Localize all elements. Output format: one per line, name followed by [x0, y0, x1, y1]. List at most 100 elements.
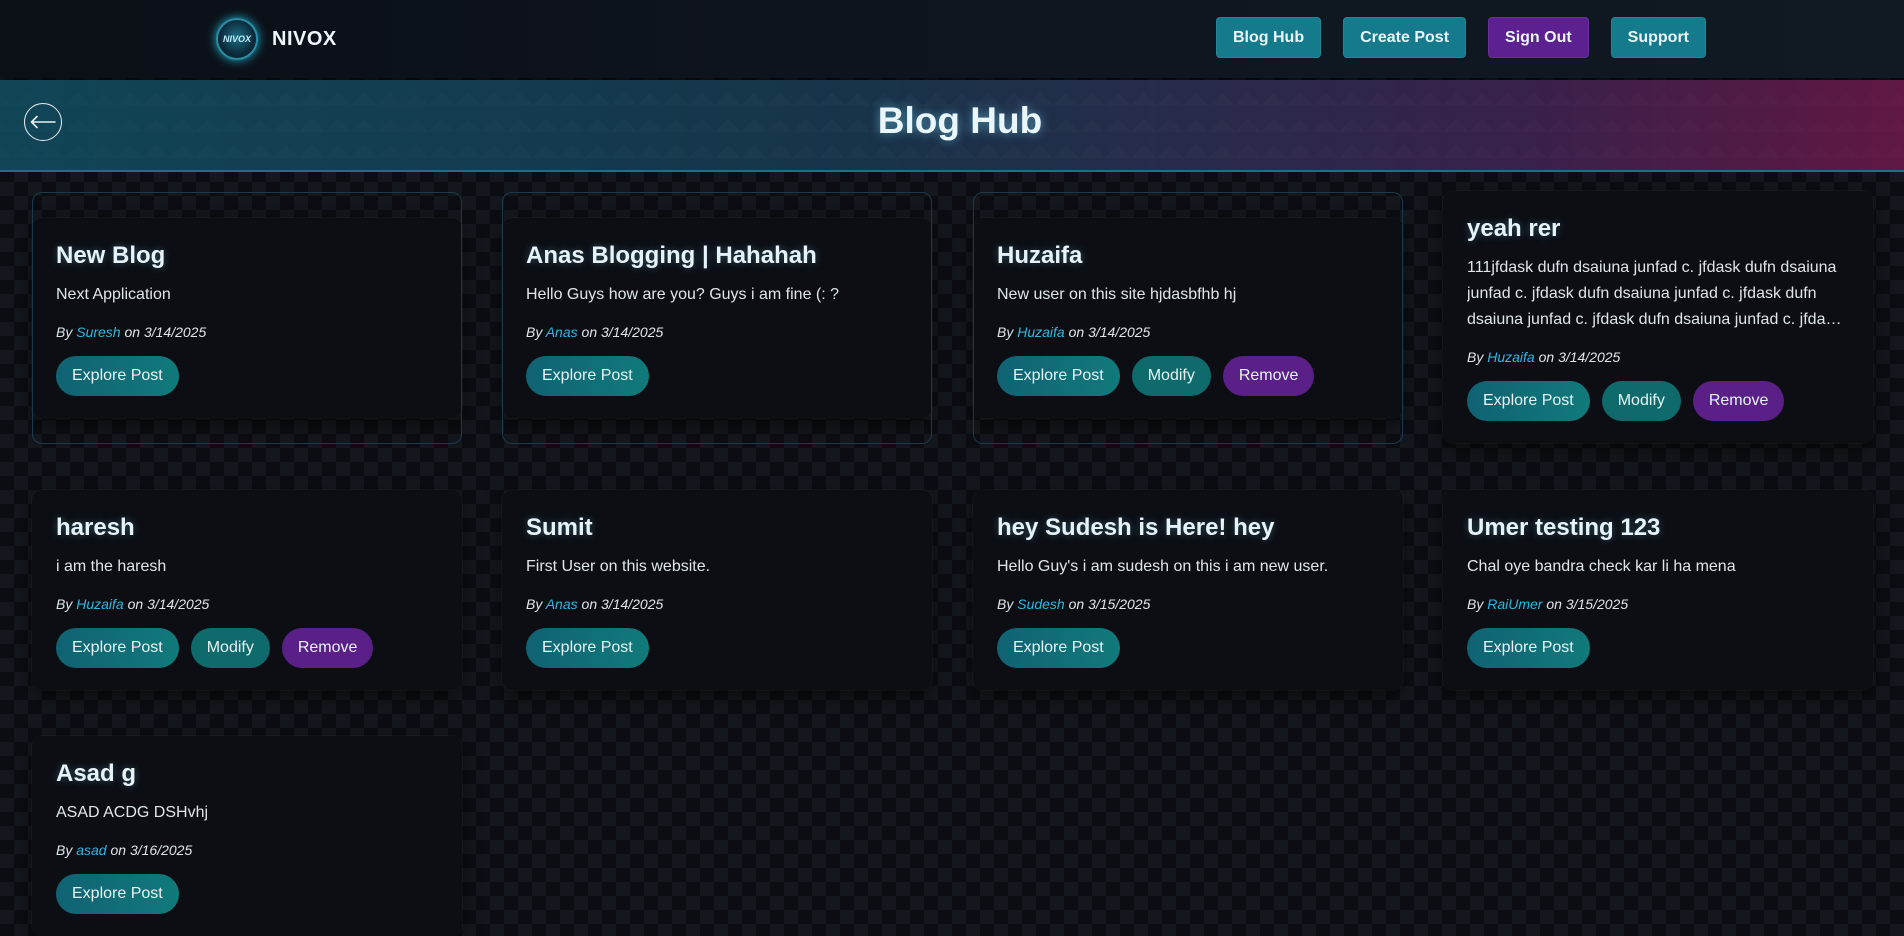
post-meta: By Huzaifa on 3/14/2025 [997, 324, 1379, 340]
post-meta: By Huzaifa on 3/14/2025 [56, 596, 438, 612]
post-actions: Explore Post [56, 874, 438, 914]
on-label: on [1546, 596, 1562, 612]
brand-name: NIVOX [272, 27, 337, 50]
post-actions: Explore Post Modify Remove [56, 628, 438, 668]
post-card: haresh i am the haresh By Huzaifa on 3/1… [32, 490, 462, 690]
by-label: By [526, 596, 543, 612]
post-date: 3/14/2025 [147, 596, 210, 612]
post-actions: Explore Post [526, 356, 908, 396]
post-card: Anas Blogging | Hahahah Hello Guys how a… [502, 192, 932, 444]
post-author-link[interactable]: RaiUmer [1487, 596, 1542, 612]
brand[interactable]: NIVOX NIVOX [216, 18, 337, 60]
post-title[interactable]: Asad g [56, 760, 438, 788]
post-excerpt: 111jfdask dufn dsaiuna junfad c. jfdask … [1467, 259, 1842, 328]
by-label: By [56, 842, 73, 858]
post-title[interactable]: Anas Blogging | Hahahah [526, 242, 908, 270]
post-meta: By Sudesh on 3/15/2025 [997, 596, 1379, 612]
by-label: By [997, 324, 1014, 340]
post-title[interactable]: yeah rer [1467, 215, 1849, 243]
post-card: Sumit First User on this website. By Ana… [502, 490, 932, 690]
post-card: hey Sudesh is Here! hey Hello Guy's i am… [973, 490, 1403, 690]
post-title[interactable]: Sumit [526, 514, 908, 542]
post-title[interactable]: Umer testing 123 [1467, 514, 1849, 542]
sign-out-button[interactable]: Sign Out [1488, 17, 1589, 58]
explore-post-button[interactable]: Explore Post [1467, 628, 1590, 668]
explore-post-button[interactable]: Explore Post [526, 356, 649, 396]
on-label: on [127, 596, 144, 612]
post-author-link[interactable]: Huzaifa [76, 596, 123, 612]
post-actions: Explore Post [526, 628, 908, 668]
post-title[interactable]: hey Sudesh is Here! hey [997, 514, 1379, 542]
post-author-link[interactable]: Sudesh [1017, 596, 1064, 612]
post-excerpt: First User on this website. [526, 558, 711, 575]
post-excerpt: i am the haresh [56, 558, 167, 575]
navbar: NIVOX NIVOX Blog Hub Create Post Sign Ou… [0, 0, 1904, 78]
support-button[interactable]: Support [1610, 17, 1706, 58]
post-title[interactable]: Huzaifa [997, 242, 1379, 270]
by-label: By [526, 324, 543, 340]
on-label: on [1538, 349, 1555, 365]
post-excerpt: Next Application [56, 286, 171, 303]
post-actions: Explore Post [997, 628, 1379, 668]
post-date: 3/14/2025 [1088, 324, 1151, 340]
post-author-link[interactable]: Anas [546, 596, 578, 612]
post-author-link[interactable]: asad [76, 842, 106, 858]
post-author-link[interactable]: Huzaifa [1017, 324, 1064, 340]
post-card: yeah rer 111jfdask dufn dsaiuna junfad c… [1443, 191, 1873, 443]
remove-button[interactable]: Remove [1222, 356, 1315, 396]
post-author-link[interactable]: Anas [546, 324, 578, 340]
by-label: By [997, 596, 1014, 612]
explore-post-button[interactable]: Explore Post [1467, 381, 1590, 421]
remove-button[interactable]: Remove [1692, 381, 1785, 421]
post-excerpt: Chal oye bandra check kar li ha mena [1467, 558, 1736, 575]
post-card: New Blog Next Application By Suresh on 3… [32, 192, 462, 444]
post-meta: By Huzaifa on 3/14/2025 [1467, 349, 1849, 365]
explore-post-button[interactable]: Explore Post [56, 874, 179, 914]
post-date: 3/15/2025 [1088, 596, 1151, 612]
post-title[interactable]: haresh [56, 514, 438, 542]
explore-post-button[interactable]: Explore Post [997, 628, 1120, 668]
post-excerpt: Hello Guy's i am sudesh on this i am new… [997, 558, 1329, 575]
explore-post-button[interactable]: Explore Post [56, 628, 179, 668]
post-author-link[interactable]: Huzaifa [1487, 349, 1534, 365]
hero-banner: Blog Hub [0, 80, 1904, 172]
post-excerpt: New user on this site hjdasbfhb hj [997, 286, 1237, 303]
post-date: 3/14/2025 [601, 324, 664, 340]
create-post-button[interactable]: Create Post [1343, 17, 1467, 58]
on-label: on [110, 842, 127, 858]
post-card: Asad g ASAD ACDG DSHvhj By asad on 3/16/… [32, 736, 462, 936]
remove-button[interactable]: Remove [281, 628, 374, 668]
explore-post-button[interactable]: Explore Post [56, 356, 179, 396]
post-actions: Explore Post Modify Remove [1467, 381, 1849, 421]
post-card: Umer testing 123 Chal oye bandra check k… [1443, 490, 1873, 690]
by-label: By [56, 324, 73, 340]
by-label: By [56, 596, 73, 612]
post-actions: Explore Post Modify Remove [997, 356, 1379, 396]
explore-post-button[interactable]: Explore Post [997, 356, 1120, 396]
page-title: Blog Hub [877, 100, 1043, 141]
post-title[interactable]: New Blog [56, 242, 438, 270]
by-label: By [1467, 596, 1484, 612]
post-date: 3/14/2025 [601, 596, 664, 612]
post-meta: By asad on 3/16/2025 [56, 842, 438, 858]
modify-button[interactable]: Modify [1131, 356, 1211, 396]
on-label: on [124, 324, 141, 340]
logo-text: NIVOX [222, 34, 251, 44]
nav-buttons: Blog Hub Create Post Sign Out Support [1216, 17, 1706, 58]
post-meta: By Anas on 3/14/2025 [526, 596, 908, 612]
post-actions: Explore Post [56, 356, 438, 396]
explore-post-button[interactable]: Explore Post [526, 628, 649, 668]
post-excerpt: ASAD ACDG DSHvhj [56, 804, 209, 821]
by-label: By [1467, 349, 1484, 365]
modify-button[interactable]: Modify [1601, 381, 1681, 421]
modify-button[interactable]: Modify [190, 628, 270, 668]
post-author-link[interactable]: Suresh [76, 324, 120, 340]
post-excerpt: Hello Guys how are you? Guys i am fine (… [526, 286, 840, 303]
post-meta: By RaiUmer on 3/15/2025 [1467, 596, 1849, 612]
post-date: 3/14/2025 [1558, 349, 1621, 365]
blog-hub-button[interactable]: Blog Hub [1216, 17, 1322, 58]
post-meta: By Anas on 3/14/2025 [526, 324, 908, 340]
on-label: on [581, 596, 598, 612]
on-label: on [1068, 324, 1085, 340]
post-date: 3/16/2025 [129, 842, 193, 858]
